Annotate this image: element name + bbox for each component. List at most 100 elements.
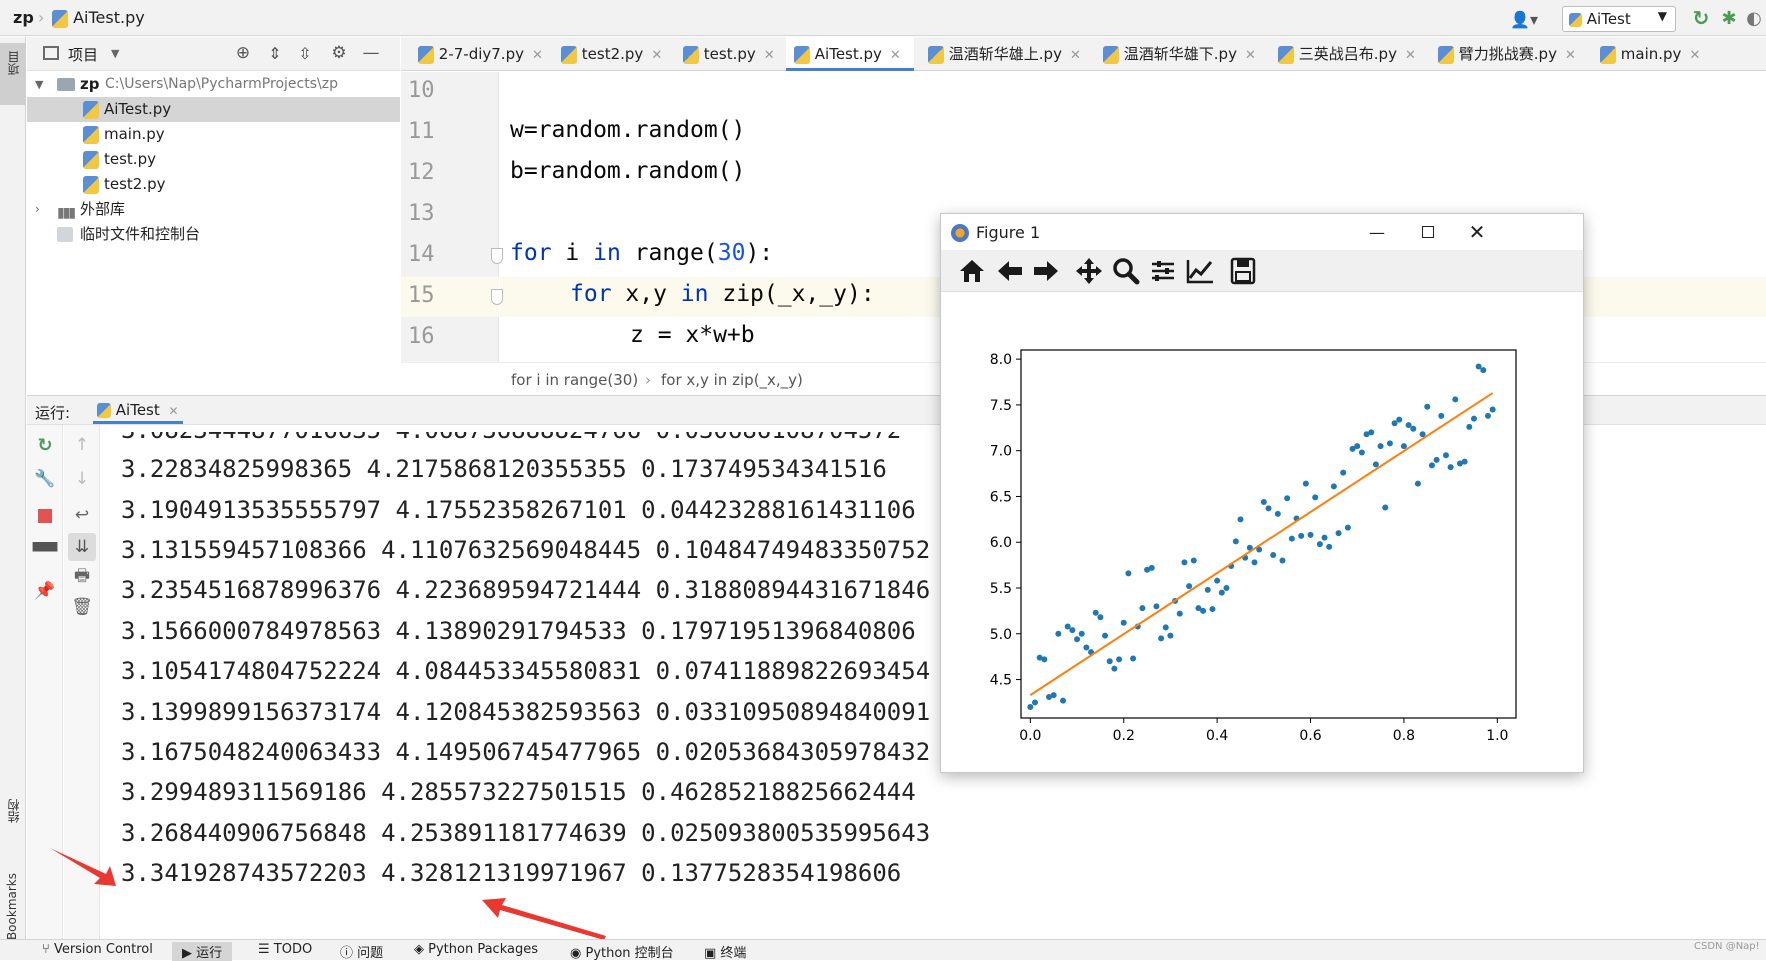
edit-axis-icon[interactable]	[1184, 256, 1216, 286]
expand-all-icon[interactable]: ⇕	[265, 43, 285, 63]
minimize-icon[interactable]: —	[1363, 220, 1391, 244]
tree-file-main[interactable]: main.py	[27, 122, 400, 147]
tab-label: 温酒斩华雄下.py	[1123, 45, 1237, 63]
python-file-icon	[794, 45, 810, 64]
bottom-tab-python-console[interactable]: ◉ Python 控制台	[570, 942, 674, 961]
tab-2-7-diy7[interactable]: 2-7-diy7.py ✕	[410, 37, 543, 71]
structure-tool-label[interactable]: 结构	[5, 799, 22, 823]
bottom-tab-problems[interactable]: ⓘ 问题	[340, 942, 383, 961]
close-icon[interactable]: ✕	[1689, 48, 1700, 63]
scatter-point	[1181, 559, 1188, 566]
pin-icon[interactable]: 📌	[34, 581, 55, 601]
fold-marker-icon[interactable]	[491, 289, 503, 305]
tab-label: main.py	[1620, 45, 1682, 63]
print-icon[interactable]: 🖶	[72, 566, 92, 587]
tab-test2[interactable]: test2.py ✕	[553, 37, 662, 71]
configure-subplots-icon[interactable]	[1147, 256, 1179, 286]
fold-marker-icon[interactable]	[491, 248, 503, 264]
pan-icon[interactable]	[1073, 256, 1105, 286]
scatter-point	[1489, 406, 1496, 413]
close-icon[interactable]: ✕	[1405, 48, 1416, 63]
bottom-tab-terminal[interactable]: ▣ 终端	[704, 942, 746, 961]
tab-wenjiu-upper[interactable]: 温酒斩华雄上.py ✕	[920, 37, 1081, 71]
close-icon[interactable]: ✕	[890, 48, 901, 63]
close-icon[interactable]: ✕	[532, 48, 543, 63]
chart[interactable]: 0.0 0.2 0.4 0.6 0.8 1.0 4.5 5.0 5.5 6.0 6.5 7.0 7.5 8…	[942, 294, 1582, 772]
bottom-tab-run[interactable]: ▶ 运行	[172, 942, 233, 961]
arrow-down-icon[interactable]: ↓	[72, 469, 92, 489]
scatter-point	[1139, 605, 1146, 612]
stop-icon[interactable]: ◐	[1744, 7, 1764, 29]
layout-icon[interactable]: ▀▀	[33, 541, 58, 561]
close-icon[interactable]: ✕	[1463, 219, 1491, 245]
tree-file-aitest[interactable]: AiTest.py	[27, 97, 400, 122]
debug-icon[interactable]: ✱	[1718, 7, 1740, 29]
breadcrumb-for-xy[interactable]: for x,y in zip(_x,_y)	[661, 371, 803, 389]
run-config-selector[interactable]: AiTest ▼	[1562, 6, 1676, 32]
run-tab-aitest[interactable]: AiTest ✕	[93, 400, 183, 424]
tree-root[interactable]: ▼ zp C:\Users\Nap\PycharmProjects\zp	[27, 72, 400, 97]
x-tick-label: 0.0	[1019, 728, 1041, 744]
scatter-point	[1232, 538, 1239, 545]
wrench-icon[interactable]: 🔧	[34, 469, 55, 489]
scatter-point	[1200, 607, 1207, 614]
scatter-point	[1335, 530, 1342, 537]
code-text: ):	[745, 240, 774, 266]
project-view-label[interactable]: 项目	[68, 44, 98, 65]
close-icon[interactable]: ✕	[764, 48, 775, 63]
hide-icon[interactable]: —	[361, 43, 381, 63]
rerun-icon[interactable]: ↻	[1690, 6, 1712, 30]
title-bar: zp › AiTest.py 👤▾ AiTest ▼ ↻ ✱ ◐	[0, 0, 1766, 36]
code-line-14: for i in range(30):	[510, 240, 773, 266]
line-number: 16	[408, 324, 435, 349]
scroll-to-end-icon[interactable]: ⇊	[68, 533, 96, 561]
bottom-tab-version-control[interactable]: ⑂ Version Control	[42, 942, 153, 957]
save-icon[interactable]	[1227, 256, 1259, 286]
stop-icon[interactable]	[38, 509, 52, 523]
bottom-tab-python-packages[interactable]: ◈ Python Packages	[414, 942, 538, 957]
tab-main[interactable]: main.py ✕	[1592, 37, 1700, 71]
collapse-all-icon[interactable]: ⇳	[295, 43, 315, 63]
soft-wrap-icon[interactable]: ↩	[72, 505, 92, 525]
rerun-icon[interactable]: ↻	[35, 435, 55, 456]
close-icon[interactable]: ✕	[1565, 48, 1576, 63]
scatter-point	[1298, 532, 1305, 539]
scatter-point	[1083, 644, 1090, 651]
chevron-down-icon[interactable]: ▼	[111, 47, 119, 60]
user-icon[interactable]: 👤▾	[1506, 9, 1542, 29]
breadcrumb-file[interactable]: AiTest.py	[52, 8, 145, 28]
tab-wenjiu-lower[interactable]: 温酒斩华雄下.py ✕	[1095, 37, 1256, 71]
tree-file-test[interactable]: test.py	[27, 147, 400, 172]
tree-scratches[interactable]: 临时文件和控制台	[27, 222, 400, 247]
locate-icon[interactable]: ⊕	[233, 43, 253, 63]
gear-icon[interactable]: ⚙	[329, 43, 349, 63]
line-number: 15	[408, 283, 435, 308]
close-icon[interactable]: ✕	[1070, 48, 1081, 63]
python-file-icon	[83, 126, 99, 144]
bottom-tab-todo[interactable]: ☰ TODO	[258, 942, 312, 957]
tab-test[interactable]: test.py ✕	[675, 37, 775, 71]
tab-sanying[interactable]: 三英战吕布.py ✕	[1270, 37, 1416, 71]
tree-external-libraries[interactable]: › ▮▮▮ 外部库	[27, 197, 400, 222]
close-icon[interactable]: ✕	[169, 404, 179, 418]
x-tick-label: 0.2	[1113, 728, 1135, 744]
breadcrumb-project[interactable]: zp	[13, 8, 34, 27]
tree-file-label: test.py	[104, 150, 156, 168]
breadcrumb-for-i[interactable]: for i in range(30)	[511, 371, 638, 389]
tab-aitest[interactable]: AiTest.py ✕	[786, 37, 914, 71]
home-icon[interactable]	[956, 256, 988, 286]
zoom-icon[interactable]	[1110, 256, 1142, 286]
maximize-icon[interactable]	[1422, 226, 1434, 238]
close-icon[interactable]: ✕	[651, 48, 662, 63]
tab-bili[interactable]: 臂力挑战赛.py ✕	[1430, 37, 1576, 71]
scatter-point	[1428, 462, 1435, 469]
bookmarks-tool-label[interactable]: Bookmarks	[5, 873, 19, 940]
back-icon[interactable]	[994, 256, 1026, 286]
close-icon[interactable]: ✕	[1245, 48, 1256, 63]
arrow-up-icon[interactable]: ↑	[72, 435, 92, 455]
forward-icon[interactable]	[1030, 256, 1062, 286]
y-tick-label: 8.0	[990, 352, 1012, 368]
trash-icon[interactable]: 🗑	[71, 597, 93, 617]
tree-file-test2[interactable]: test2.py	[27, 172, 400, 197]
scatter-point	[1027, 704, 1034, 711]
